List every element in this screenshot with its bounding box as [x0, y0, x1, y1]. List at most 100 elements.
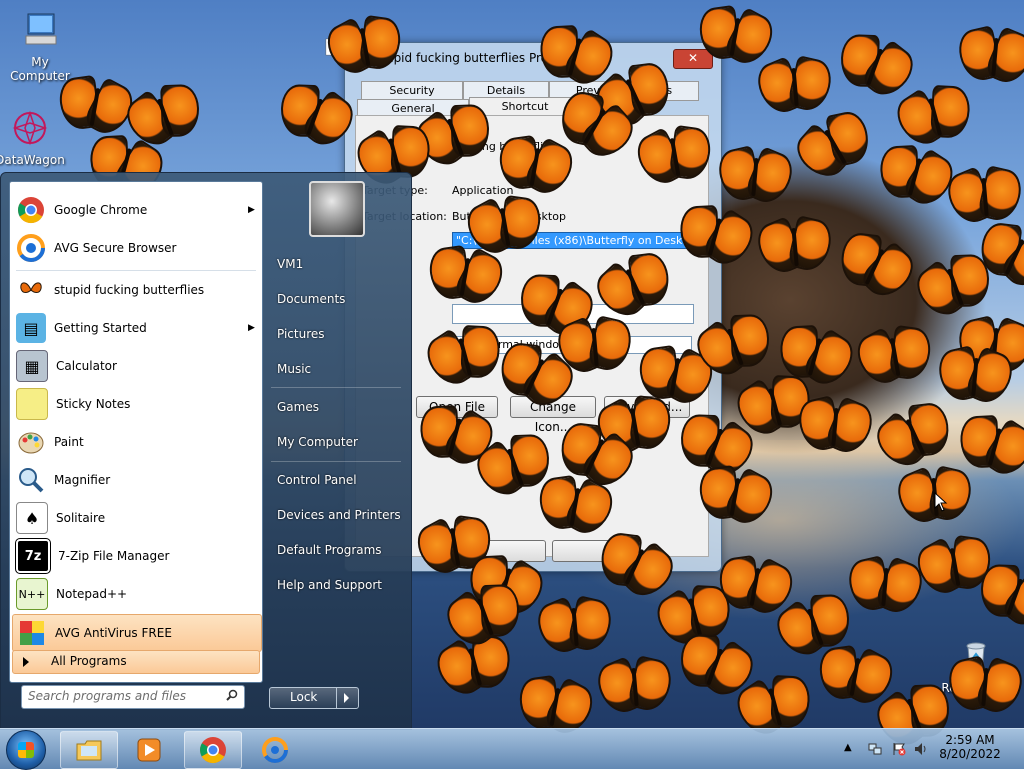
- butterfly-icon: [531, 594, 616, 659]
- chevron-right-icon[interactable]: [344, 693, 349, 703]
- start-item-avg-antivirus[interactable]: AVG AntiVirus FREE: [12, 614, 262, 652]
- search-icon: [226, 689, 238, 701]
- tab-security[interactable]: Security: [361, 81, 463, 101]
- start-item-label: Magnifier: [54, 473, 111, 487]
- desktop: My Computer DataWagon Recycle Bin stupid…: [0, 0, 1024, 754]
- start-right-control-panel[interactable]: Control Panel: [277, 473, 357, 487]
- butterfly-icon: [944, 654, 1024, 719]
- butterfly-icon: [16, 275, 46, 305]
- desktop-icon-my-computer[interactable]: My Computer: [0, 10, 80, 83]
- butterfly-icon: [794, 394, 879, 459]
- start-right-documents[interactable]: Documents: [277, 292, 345, 306]
- volume-icon[interactable]: [914, 742, 928, 756]
- start-item-label: 7-Zip File Manager: [58, 549, 170, 563]
- start-right-my-computer[interactable]: My Computer: [277, 435, 358, 449]
- start-item-label: AVG AntiVirus FREE: [55, 626, 172, 640]
- start-right-help-support[interactable]: Help and Support: [277, 578, 382, 592]
- all-programs-label: All Programs: [51, 654, 127, 668]
- taskbar-explorer[interactable]: [60, 731, 118, 769]
- search-placeholder: Search programs and files: [28, 689, 186, 703]
- chevron-right-icon: ▶: [248, 323, 255, 333]
- start-item-label: Google Chrome: [54, 203, 148, 217]
- butterfly-icon: [941, 164, 1024, 229]
- system-clock[interactable]: 2:59 AM 8/20/2022: [930, 733, 1010, 761]
- lock-label: Lock: [290, 690, 318, 704]
- start-right-games[interactable]: Games: [277, 400, 319, 414]
- start-item-label: Getting Started: [54, 321, 147, 335]
- avg-browser-icon: [16, 233, 46, 263]
- taskbar-media-player[interactable]: [120, 731, 178, 769]
- start-item-google-chrome[interactable]: Google Chrome ▶: [12, 192, 260, 228]
- butterfly-icon: [874, 142, 961, 213]
- butterfly-icon: [889, 82, 975, 153]
- start-item-getting-started[interactable]: ▤ Getting Started ▶: [12, 310, 260, 346]
- start-item-calculator[interactable]: ▦ Calculator: [12, 348, 260, 384]
- avatar[interactable]: [309, 181, 365, 237]
- butterfly-icon: [751, 54, 836, 119]
- start-menu: Google Chrome ▶ AVG Secure Browser stupi…: [0, 172, 412, 730]
- calculator-icon: ▦: [16, 350, 48, 382]
- start-button[interactable]: [6, 730, 46, 770]
- butterfly-icon: [832, 228, 922, 305]
- start-right-devices-printers[interactable]: Devices and Printers: [277, 508, 401, 522]
- butterfly-icon: [954, 24, 1024, 89]
- paint-palette-icon: [16, 427, 46, 457]
- notepad-plus-plus-icon: N++: [16, 578, 48, 610]
- windows-logo-icon: [18, 742, 34, 758]
- start-item-label: Solitaire: [56, 511, 106, 525]
- start-right-vm1[interactable]: VM1: [277, 257, 303, 271]
- start-menu-programs: Google Chrome ▶ AVG Secure Browser stupi…: [9, 181, 263, 683]
- start-item-label: Calculator: [56, 359, 117, 373]
- chrome-icon: [200, 737, 226, 764]
- all-programs-button[interactable]: All Programs: [12, 650, 260, 674]
- start-item-label: Sticky Notes: [56, 397, 131, 411]
- butterfly-icon: [751, 214, 836, 279]
- search-input[interactable]: Search programs and files: [21, 685, 245, 709]
- folder-icon: [76, 740, 102, 761]
- start-item-magnifier[interactable]: Magnifier: [12, 462, 260, 498]
- start-item-sticky-notes[interactable]: Sticky Notes: [12, 386, 260, 422]
- chevron-up-icon[interactable]: ▲: [844, 742, 858, 756]
- action-center-flag-icon[interactable]: [892, 742, 906, 756]
- start-item-avg-secure-browser[interactable]: AVG Secure Browser: [12, 230, 260, 266]
- start-item-butterflies[interactable]: stupid fucking butterflies: [12, 272, 260, 308]
- butterfly-icon: [934, 344, 1019, 409]
- start-item-label: AVG Secure Browser: [54, 241, 177, 255]
- start-item-7zip[interactable]: 7z 7-Zip File Manager: [12, 538, 260, 574]
- getting-started-icon: ▤: [16, 313, 46, 343]
- computer-icon: [25, 13, 57, 45]
- start-right-music[interactable]: Music: [277, 362, 311, 376]
- butterfly-icon: [789, 106, 879, 186]
- start-item-label: Notepad++: [56, 587, 128, 601]
- start-item-paint[interactable]: Paint: [12, 424, 260, 460]
- sticky-notes-icon: [16, 388, 48, 420]
- mouse-cursor-icon: [934, 492, 948, 512]
- butterfly-icon: [833, 30, 922, 104]
- taskbar: ▲ 2:59 AM 8/20/2022: [0, 728, 1024, 770]
- avg-antivirus-icon: [17, 618, 47, 648]
- butterfly-icon: [850, 324, 934, 391]
- 7zip-icon: 7z: [15, 538, 51, 574]
- start-right-pictures[interactable]: Pictures: [277, 327, 325, 341]
- start-item-notepad-plus-plus[interactable]: N++ Notepad++: [12, 576, 260, 612]
- butterfly-icon: [591, 654, 676, 719]
- chrome-icon: [16, 195, 46, 225]
- lock-button[interactable]: Lock: [269, 687, 359, 709]
- butterfly-icon: [551, 314, 636, 379]
- magnifier-icon: [16, 465, 46, 495]
- network-icon[interactable]: [868, 742, 882, 756]
- triangle-right-icon: [23, 657, 29, 667]
- start-item-solitaire[interactable]: ♠ Solitaire: [12, 500, 260, 536]
- start-right-default-programs[interactable]: Default Programs: [277, 543, 382, 557]
- avg-browser-icon: [262, 737, 288, 763]
- start-item-label: stupid fucking butterflies: [54, 283, 205, 297]
- media-player-icon: [137, 738, 161, 762]
- start-item-label: Paint: [54, 435, 84, 449]
- solitaire-card-icon: ♠: [16, 502, 48, 534]
- taskbar-avg-browser[interactable]: [246, 731, 304, 769]
- datawagon-icon: [12, 110, 48, 146]
- taskbar-chrome[interactable]: [184, 731, 242, 769]
- clock-date: 8/20/2022: [939, 747, 1001, 761]
- chevron-right-icon: ▶: [248, 205, 255, 215]
- desktop-icon-label: DataWagon: [0, 153, 65, 167]
